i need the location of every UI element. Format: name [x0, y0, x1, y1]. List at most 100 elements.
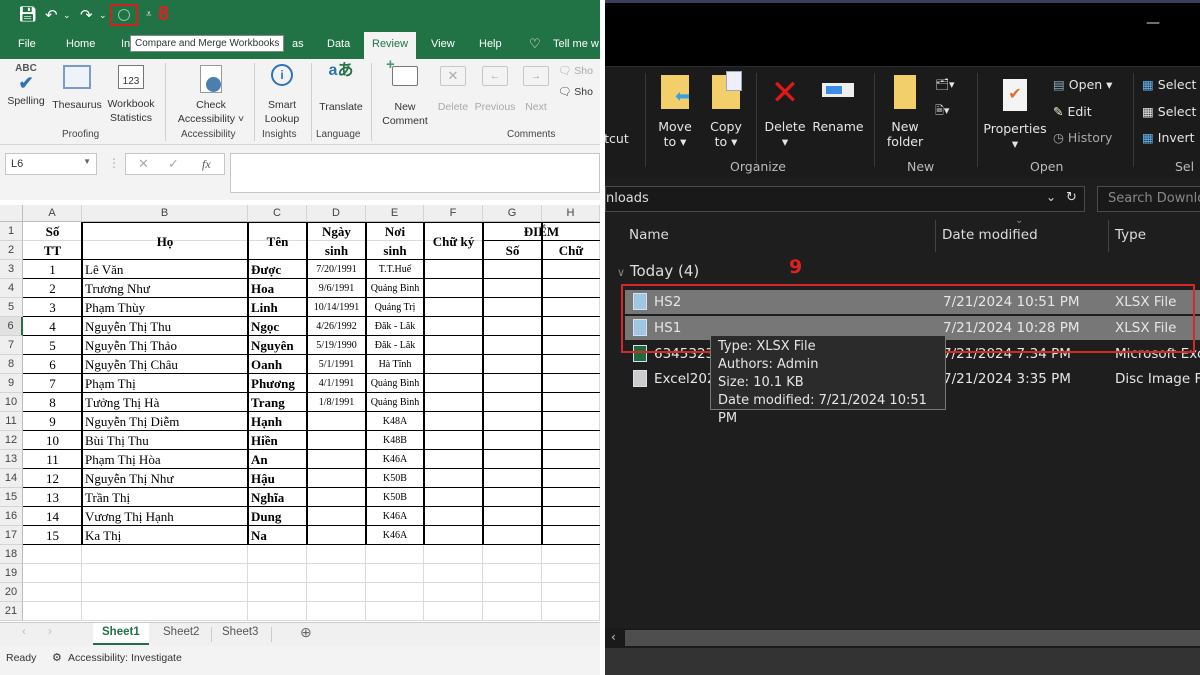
cell-noi-sinh[interactable]: Quảng Bình [369, 393, 421, 412]
column-header-d[interactable]: D [307, 205, 366, 222]
delete-comment-button[interactable]: ✕ Delete [434, 62, 472, 114]
row-header-16[interactable]: 16 [0, 507, 23, 526]
cell-noi-sinh[interactable]: Quảng Bình [369, 374, 421, 393]
sheet-tab-sheet3[interactable]: Sheet3 [222, 626, 258, 638]
cell-noi-sinh[interactable]: Quảng Trị [369, 298, 421, 317]
row-header-20[interactable]: 20 [0, 583, 23, 602]
edit-button[interactable]: ✎ Edit [1053, 104, 1092, 119]
cell-ngay-sinh[interactable]: 4/1/1991 [310, 374, 363, 393]
cell-stt[interactable]: 11 [26, 450, 79, 469]
name-box-dropdown-icon[interactable]: ▼ [83, 157, 91, 166]
cell-noi-sinh[interactable]: Hà Tĩnh [369, 355, 421, 374]
column-separator[interactable] [935, 220, 936, 252]
sheet-tab-sheet1[interactable]: Sheet1 [93, 623, 149, 645]
header-diem-so[interactable]: Số [486, 241, 539, 260]
cell-ten[interactable]: Phương [251, 374, 304, 393]
new-sheet-icon[interactable]: ⊕ [300, 624, 312, 641]
column-header-a[interactable]: A [23, 205, 82, 222]
delete-button[interactable]: ✕ Delete ▾ [763, 75, 807, 149]
cell-ho[interactable]: Lê Văn [85, 260, 245, 279]
cell-ho[interactable]: Trần Thị [85, 488, 245, 507]
undo-dropdown-icon[interactable]: ⌄ [63, 10, 71, 21]
tell-me-search[interactable]: Tell me w [553, 38, 599, 50]
cell-ten[interactable]: Linh [251, 298, 304, 317]
easy-access-button[interactable]: 🗎▾ [935, 103, 949, 118]
row-header-18[interactable]: 18 [0, 545, 23, 564]
properties-button[interactable]: ✔ Properties ▾ [981, 75, 1049, 151]
cell-ngay-sinh[interactable] [310, 450, 363, 469]
row-header-5[interactable]: 5 [0, 298, 23, 317]
cell-ten[interactable]: An [251, 450, 304, 469]
cell-stt[interactable]: 9 [26, 412, 79, 431]
header-diem-chu[interactable]: Chữ [545, 241, 597, 260]
cell-ho[interactable]: Tưởng Thị Hà [85, 393, 245, 412]
show-all-comments-button[interactable]: 🗨︎ Sho [558, 85, 593, 99]
cell-stt[interactable]: 10 [26, 431, 79, 450]
cell-ngay-sinh[interactable] [310, 526, 363, 545]
cell-ten[interactable]: Hạnh [251, 412, 304, 431]
cell-ngay-sinh[interactable]: 1/8/1991 [310, 393, 363, 412]
copy-to-button[interactable]: Copy to ▾ [705, 71, 747, 149]
cell-stt[interactable]: 2 [26, 279, 79, 298]
new-comment-button[interactable]: + New Comment [378, 57, 432, 128]
cell-ho[interactable]: Nguyễn Thị Thu [85, 317, 245, 336]
row-header-12[interactable]: 12 [0, 431, 23, 450]
cell-stt[interactable]: 13 [26, 488, 79, 507]
tab-help[interactable]: Help [479, 38, 502, 50]
header-ngay-sinh[interactable]: Ngày [310, 222, 363, 241]
cell-ten[interactable]: Hoa [251, 279, 304, 298]
scroll-sheets-left-icon[interactable]: ‹ [22, 626, 26, 638]
cell-noi-sinh[interactable]: T.T.Huế [369, 260, 421, 279]
group-today[interactable]: ∨ Today (4) [617, 262, 699, 280]
cell-stt[interactable]: 6 [26, 355, 79, 374]
cell-ten[interactable]: Nghĩa [251, 488, 304, 507]
cell-ho[interactable]: Nguyễn Thị Như [85, 469, 245, 488]
select-all-button[interactable]: ▦ Select [1142, 77, 1196, 92]
cell-ngay-sinh[interactable]: 9/6/1991 [310, 279, 363, 298]
cell-ten[interactable]: Na [251, 526, 304, 545]
move-to-button[interactable]: ⬅ Move to ▾ [655, 75, 695, 149]
previous-comment-button[interactable]: ← Previous [472, 62, 518, 114]
header-ngay-sinh[interactable]: sinh [310, 241, 363, 260]
cell-stt[interactable]: 5 [26, 336, 79, 355]
row-header-3[interactable]: 3 [0, 260, 23, 279]
cell-ten[interactable]: Oanh [251, 355, 304, 374]
cell-noi-sinh[interactable]: K48B [369, 431, 421, 450]
cell-ten[interactable]: Hiền [251, 431, 304, 450]
cell-ho[interactable]: Phạm Thùy [85, 298, 245, 317]
cell-ten[interactable]: Nguyên [251, 336, 304, 355]
cell-ngay-sinh[interactable] [310, 507, 363, 526]
cell-ten[interactable]: Trang [251, 393, 304, 412]
cell-stt[interactable]: 4 [26, 317, 79, 336]
save-icon[interactable]: 💾︎ [18, 5, 37, 23]
cell-ho[interactable]: Nguyễn Thị Châu [85, 355, 245, 374]
tab-formulas[interactable]: as [292, 38, 304, 50]
row-header-21[interactable]: 21 [0, 602, 23, 621]
horizontal-scrollbar[interactable]: ‹ [605, 628, 1200, 648]
compare-merge-workbooks-icon[interactable] [118, 9, 130, 21]
address-dropdown-icon[interactable]: ⌄ [1046, 190, 1056, 204]
cell-noi-sinh[interactable]: K46A [369, 526, 421, 545]
cell-ngay-sinh[interactable]: 4/26/1992 [310, 317, 363, 336]
cell-ten[interactable]: Hậu [251, 469, 304, 488]
row-header-2[interactable]: 2 [0, 241, 23, 260]
undo-icon[interactable]: ↶ [45, 6, 58, 24]
row-header-9[interactable]: 9 [0, 374, 23, 393]
enter-icon[interactable]: ✓ [168, 156, 179, 172]
row-header-14[interactable]: 14 [0, 469, 23, 488]
cell-ho[interactable]: Vương Thị Hạnh [85, 507, 245, 526]
header-chu-ky[interactable]: Chữ ký [427, 232, 480, 251]
cell-ten[interactable]: Dung [251, 507, 304, 526]
tab-home[interactable]: Home [66, 38, 95, 50]
cell-noi-sinh[interactable]: Đăk - Lăk [369, 336, 421, 355]
history-button[interactable]: ◷ History [1053, 130, 1112, 145]
cell-stt[interactable]: 14 [26, 507, 79, 526]
header-stt[interactable]: Số [26, 222, 79, 241]
translate-button[interactable]: aあ Translate [316, 62, 366, 114]
column-header-g[interactable]: G [483, 205, 542, 222]
cell-stt[interactable]: 15 [26, 526, 79, 545]
row-header-7[interactable]: 7 [0, 336, 23, 355]
smart-lookup-button[interactable]: i Smart Lookup [258, 62, 306, 126]
customize-qat-icon[interactable]: ⩡ [146, 9, 152, 20]
tab-insert[interactable]: In [121, 38, 130, 50]
